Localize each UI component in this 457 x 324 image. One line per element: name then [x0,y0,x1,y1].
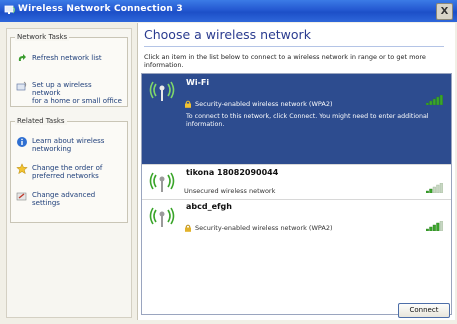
wireless-connection-window: Wireless Network Connection 3 X Network … [0,0,457,324]
signal-bar [432,224,436,231]
refresh-network-list-link[interactable]: Refresh network list [16,54,122,65]
sidebar: Network Tasks Refresh network list Set u… [6,28,132,318]
related-tasks-panel: Related Tasks Learn about wireless netwo… [10,117,128,223]
signal-bar [439,183,443,193]
change-advanced-settings-link[interactable]: Change advanced settings [16,191,122,207]
signal-bar [432,98,436,105]
signal-bar [429,226,433,231]
lock-icon [185,100,191,108]
signal-strength-icon [426,95,443,105]
network-security-status: Security-enabled wireless network (WPA2) [184,100,333,108]
page-title: Choose a wireless network [144,27,311,42]
title-bar[interactable]: Wireless Network Connection 3 X [0,0,457,22]
wireless-antenna-icon [149,172,175,192]
signal-bar [436,96,440,105]
change-advanced-settings-label: Change advanced settings [32,191,96,207]
refresh-network-list-label: Refresh network list [32,54,102,62]
learn-wireless-link[interactable]: Learn about wireless networking [16,137,122,153]
close-button[interactable]: X [436,3,453,20]
signal-bar [429,188,433,193]
signal-bar [429,100,433,105]
network-status-text: Unsecured wireless network [184,187,276,195]
signal-bar [426,228,429,231]
connect-button[interactable]: Connect [398,303,450,318]
network-status-text: Security-enabled wireless network (WPA2) [195,100,333,108]
signal-strength-icon [426,221,443,231]
network-tasks-panel: Network Tasks Refresh network list Set u… [10,33,128,107]
main-content: Choose a wireless network Click an item … [137,23,455,320]
change-order-networks-label: Change the order of preferred networks [32,164,103,180]
info-icon [17,137,27,147]
network-icon [4,5,15,14]
refresh-icon [18,54,26,61]
network-item-abcd-efgh[interactable]: abcd_efgh Security-enabled wireless netw… [142,200,451,236]
change-order-networks-link[interactable]: Change the order of preferred networks [16,163,122,180]
setup-network-icon [16,81,27,91]
signal-bar [432,186,436,193]
signal-bar [436,222,440,231]
network-list[interactable]: Wi-Fi Security-enabled wireless network … [141,73,452,315]
signal-bar [426,190,429,193]
network-status-text: Security-enabled wireless network (WPA2) [195,224,333,232]
signal-bar [436,184,440,193]
wireless-antenna-icon [149,81,175,101]
signal-bar [439,95,443,105]
signal-bar [426,102,429,105]
heading-divider [144,46,444,47]
network-name: Wi-Fi [186,78,210,87]
network-item-wifi[interactable]: Wi-Fi Security-enabled wireless network … [142,74,451,164]
network-security-status: Unsecured wireless network [184,187,275,195]
setup-wireless-network-label: Set up a wireless network for a home or … [32,81,122,105]
star-icon [16,163,28,175]
related-tasks-title: Related Tasks [15,117,67,125]
signal-bar [439,221,443,231]
learn-wireless-label: Learn about wireless networking [32,137,105,153]
network-security-status: Security-enabled wireless network (WPA2) [184,224,333,232]
network-tasks-title: Network Tasks [15,33,70,41]
window-title: Wireless Network Connection 3 [18,4,183,14]
network-item-tikona[interactable]: tikona 18082090044 Unsecured wireless ne… [142,165,451,199]
settings-icon [16,192,27,201]
lock-icon [185,224,191,232]
network-name: abcd_efgh [186,202,232,211]
network-description: To connect to this network, click Connec… [186,113,429,128]
instructions-text: Click an item in the list below to conne… [144,53,426,69]
setup-wireless-network-link[interactable]: Set up a wireless network for a home or … [16,81,122,105]
wireless-antenna-icon [149,207,175,227]
network-name: tikona 18082090044 [186,168,279,177]
signal-strength-icon [426,183,443,193]
